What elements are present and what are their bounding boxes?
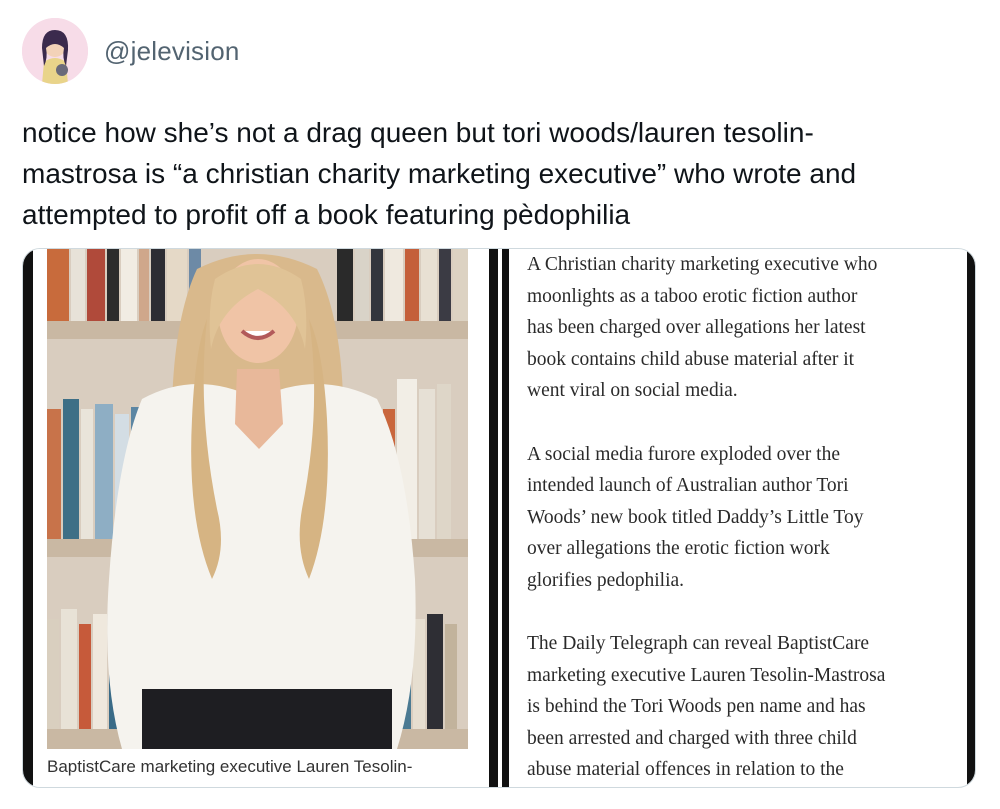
- left-border-bar: [23, 249, 33, 787]
- tweet-header: @jelevision: [22, 18, 240, 84]
- article-text: A Christian charity marketing executive …: [527, 249, 957, 787]
- author-photo[interactable]: [47, 249, 468, 749]
- photo-caption: BaptistCare marketing executive Lauren T…: [47, 757, 413, 776]
- tweet-media[interactable]: BaptistCare marketing executive Lauren T…: [22, 248, 976, 788]
- article-paragraph: The Daily Telegraph can reveal BaptistCa…: [527, 633, 886, 780]
- article-paragraph: A social media furore exploded over the …: [527, 443, 864, 591]
- divider-bar: [489, 249, 498, 787]
- right-border-bar: [967, 249, 975, 787]
- article-paragraph: A Christian charity marketing executive …: [527, 254, 878, 401]
- user-handle[interactable]: @jelevision: [104, 36, 240, 67]
- avatar[interactable]: [22, 18, 88, 84]
- divider-bar: [502, 249, 509, 787]
- tweet-text: notice how she’s not a drag queen but to…: [22, 117, 857, 230]
- photo-panel: BaptistCare marketing executive Lauren T…: [23, 249, 489, 787]
